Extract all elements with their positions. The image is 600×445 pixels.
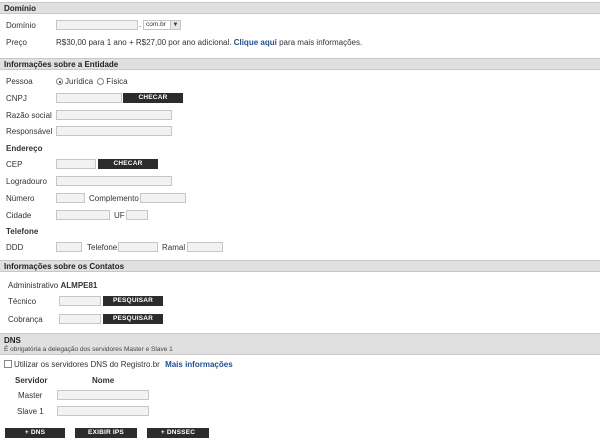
add-dnssec-button[interactable]: + DNSSEC: [147, 428, 209, 438]
complemento-input[interactable]: [140, 193, 186, 203]
pesquisar-tecnico-button[interactable]: PESQUISAR: [103, 296, 163, 306]
pesquisar-cobranca-button[interactable]: PESQUISAR: [103, 314, 163, 324]
dns-mais-informacoes-link[interactable]: Mais informações: [165, 360, 233, 369]
label-uf: UF: [114, 211, 125, 220]
label-dominio: Domínio: [6, 21, 36, 30]
section-header-entidade: Informações sobre a Entidade: [0, 58, 600, 70]
telefone-title: Telefone: [6, 227, 39, 236]
radio-juridica-label: Jurídica: [65, 77, 94, 86]
razao-social-input[interactable]: [56, 110, 172, 120]
endereco-title: Endereço: [6, 144, 43, 153]
label-master: Master: [18, 391, 43, 400]
label-responsavel: Responsável: [6, 127, 53, 136]
radio-fisica[interactable]: [97, 78, 105, 85]
radio-fisica-label: Física: [106, 77, 128, 86]
tecnico-input[interactable]: [59, 296, 101, 306]
pessoa-radio-group: Jurídica Física: [56, 77, 128, 87]
label-complemento: Complemento: [89, 194, 139, 203]
cidade-input[interactable]: [56, 210, 110, 220]
col-servidor: Servidor: [15, 376, 48, 385]
section-header-contatos: Informações sobre os Contatos: [0, 260, 600, 272]
label-ramal: Ramal: [162, 243, 186, 252]
ramal-input[interactable]: [187, 242, 223, 252]
use-registro-dns-label: Utilizar os servidores DNS do Registro.b…: [14, 360, 160, 369]
cep-input[interactable]: [56, 159, 96, 169]
cobranca-input[interactable]: [59, 314, 101, 324]
section-header-dns: DNS É obrigatória a delegação dos servid…: [0, 333, 600, 355]
label-slave1: Slave 1: [17, 407, 44, 416]
use-registro-dns-checkbox[interactable]: [4, 360, 12, 368]
price-suffix: para mais informações.: [279, 38, 363, 47]
tld-separator: .: [139, 20, 142, 29]
slave1-dns-input[interactable]: [57, 406, 149, 416]
label-administrativo: Administrativo: [8, 281, 59, 290]
telefone-input[interactable]: [118, 242, 158, 252]
cnpj-input[interactable]: [56, 93, 122, 103]
domain-input[interactable]: [56, 20, 138, 30]
price-info-link[interactable]: Clique aqui: [234, 38, 277, 47]
label-pessoa: Pessoa: [6, 77, 33, 86]
tld-select-value: com.br: [146, 21, 166, 28]
label-cobranca: Cobrança: [8, 315, 43, 324]
price-line: R$30,00 para 1 ano + R$27,00 por ano adi…: [56, 38, 362, 48]
numero-input[interactable]: [56, 193, 85, 203]
label-preco: Preço: [6, 38, 27, 47]
admin-contact-value: ALMPE81: [60, 281, 98, 290]
dns-title: DNS: [4, 336, 21, 345]
col-nome: Nome: [92, 376, 115, 385]
ddd-input[interactable]: [56, 242, 82, 252]
label-logradouro: Logradouro: [6, 177, 47, 186]
chevron-down-icon[interactable]: ▼: [170, 21, 180, 29]
label-cnpj: CNPJ: [6, 94, 27, 103]
dns-subtitle: É obrigatória a delegação dos servidores…: [4, 346, 173, 353]
label-cidade: Cidade: [6, 211, 32, 220]
label-telefone: Telefone: [87, 243, 118, 252]
checar-cnpj-button[interactable]: CHECAR: [123, 93, 183, 103]
radio-juridica[interactable]: [56, 78, 63, 85]
label-razao-social: Razão social: [6, 111, 52, 120]
logradouro-input[interactable]: [56, 176, 172, 186]
responsavel-input[interactable]: [56, 126, 172, 136]
price-text: R$30,00 para 1 ano + R$27,00 por ano adi…: [56, 38, 232, 47]
exibir-ips-button[interactable]: EXIBIR IPS: [75, 428, 137, 438]
use-registro-dns-line: Utilizar os servidores DNS do Registro.b…: [14, 360, 233, 370]
master-dns-input[interactable]: [57, 390, 149, 400]
label-ddd: DDD: [6, 243, 24, 252]
label-numero: Número: [6, 194, 35, 203]
section-header-dominio: Domínio: [0, 2, 600, 14]
checar-cep-button[interactable]: CHECAR: [98, 159, 158, 169]
add-dns-button[interactable]: + DNS: [5, 428, 65, 438]
tld-select[interactable]: com.br ▼: [143, 20, 181, 30]
uf-input[interactable]: [126, 210, 148, 220]
label-tecnico: Técnico: [8, 297, 37, 306]
label-cep: CEP: [6, 160, 23, 169]
admin-contact-line: Administrativo ALMPE81: [8, 281, 97, 291]
